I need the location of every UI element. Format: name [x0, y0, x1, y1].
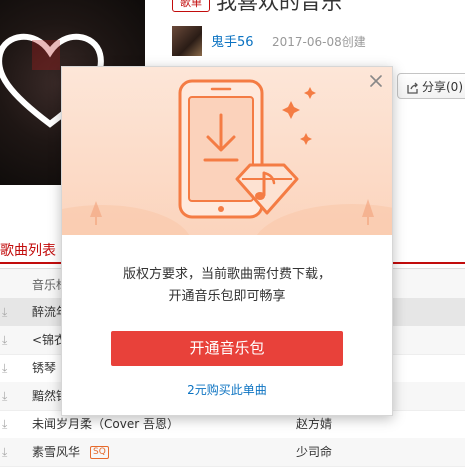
track-title[interactable]: 素雪风华	[32, 438, 80, 466]
page-title: 我喜欢的音乐	[216, 0, 342, 14]
download-icon[interactable]: ⤓	[2, 326, 7, 354]
download-icon[interactable]: ⤓	[2, 382, 7, 410]
dialog-banner	[62, 67, 392, 235]
download-illustration	[62, 79, 392, 235]
track-artist[interactable]: 少司命	[296, 438, 332, 466]
table-row[interactable]: ⤓ 素雪风华 SQ 少司命	[0, 438, 465, 467]
sparkle-icon	[282, 87, 316, 145]
close-icon[interactable]	[368, 73, 384, 89]
download-icon[interactable]: ⤓	[2, 438, 7, 466]
purchase-dialog: 版权方要求，当前歌曲需付费下载， 开通音乐包即可畅享 开通音乐包 2元购买此单曲	[61, 66, 393, 416]
share-button[interactable]: 分享(0)	[397, 73, 465, 99]
buy-single-link[interactable]: 2元购买此单曲	[62, 381, 392, 398]
download-icon[interactable]: ⤓	[2, 298, 7, 326]
download-icon[interactable]: ⤓	[2, 354, 7, 382]
message-line-2: 开通音乐包即可畅享	[168, 289, 286, 304]
download-icon[interactable]: ⤓	[2, 410, 7, 438]
open-music-package-button[interactable]: 开通音乐包	[111, 331, 343, 366]
message-line-1: 版权方要求，当前歌曲需付费下载，	[122, 267, 331, 282]
track-title[interactable]: 锈琴	[32, 354, 56, 382]
tracklist-heading: 歌曲列表	[0, 243, 56, 259]
creator-link[interactable]: 鬼手56	[211, 31, 254, 50]
share-label: 分享(0)	[422, 80, 463, 94]
quality-badge: SQ	[90, 446, 109, 459]
share-icon	[407, 82, 418, 94]
avatar[interactable]	[172, 26, 202, 56]
cover-artwork-text	[32, 40, 60, 70]
create-date: 2017-06-08创建	[272, 35, 366, 49]
dialog-message: 版权方要求，当前歌曲需付费下载， 开通音乐包即可畅享	[62, 264, 392, 308]
playlist-tag: 歌单	[172, 0, 210, 12]
